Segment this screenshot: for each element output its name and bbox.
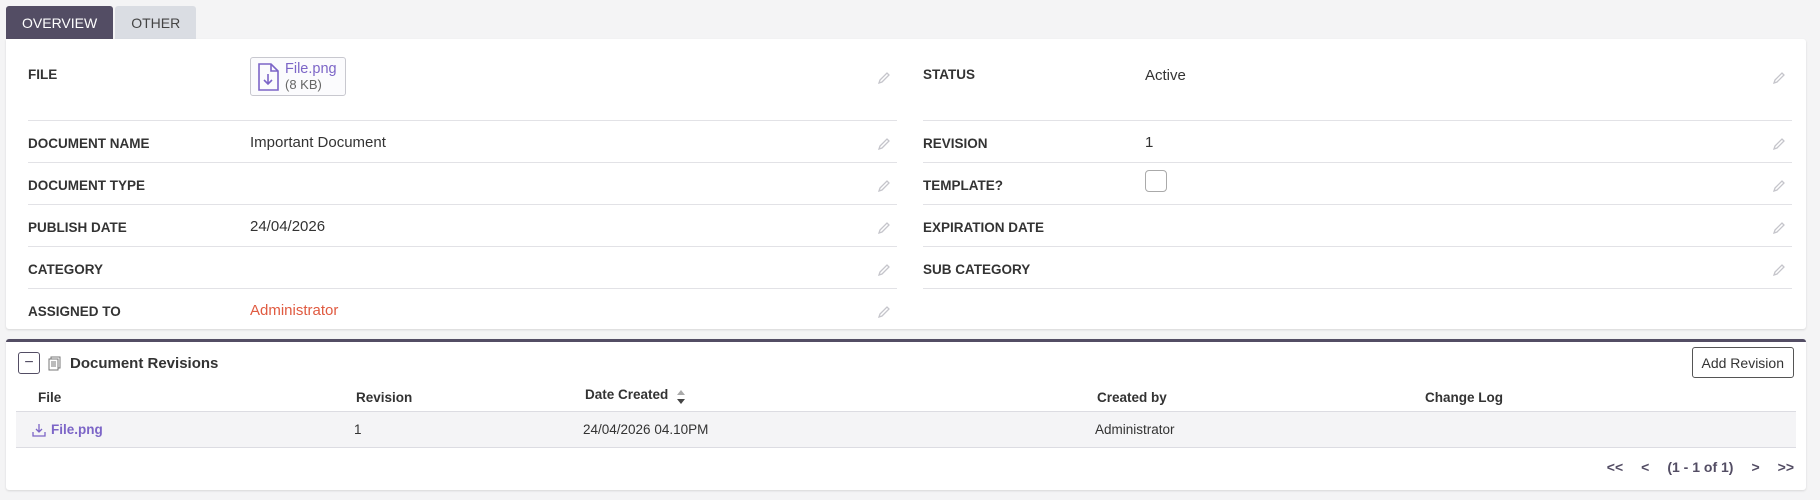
file-attachment[interactable]: File.png (8 KB) [250,57,346,96]
column-header-revision[interactable]: Revision [356,390,412,405]
revision-file-name: File.png [51,422,103,437]
field-row-publish-date: PUBLISH DATE 24/04/2026 [28,205,897,247]
field-row-file: FILE File.png (8 KB) [28,51,897,121]
tab-other[interactable]: OTHER [115,6,197,39]
file-size: (8 KB) [285,77,322,92]
field-row-revision: REVISION 1 [923,121,1792,163]
field-row-expiration-date: EXPIRATION DATE [923,205,1792,247]
column-header-change-log[interactable]: Change Log [1425,390,1503,405]
template-value [1145,170,1167,202]
expiration-date-label: EXPIRATION DATE [923,220,1045,235]
download-icon [32,423,46,437]
date-created-label: Date Created [585,387,669,402]
pencil-icon[interactable] [1772,221,1786,235]
file-download-icon [258,63,279,91]
pencil-icon[interactable] [877,221,891,235]
revision-file-link[interactable]: File.png [32,422,103,437]
revision-number-cell: 1 [354,422,362,437]
document-type-label: DOCUMENT TYPE [28,178,146,193]
revisions-table: File Revision Date Created Created by Ch… [16,384,1796,448]
field-row-document-type: DOCUMENT TYPE [28,163,897,205]
publish-date-value: 24/04/2026 [250,218,326,235]
detail-column-right: STATUS Active REVISION 1 TEMPLATE? EXPIR… [923,51,1792,289]
detail-panel: FILE File.png (8 KB) DOCUMENT NAME Impor… [6,39,1806,329]
status-label: STATUS [923,67,975,82]
revision-value: 1 [1145,134,1154,151]
revision-label: REVISION [923,136,988,151]
field-row-sub-category: SUB CATEGORY [923,247,1792,289]
pencil-icon[interactable] [877,179,891,193]
subpanel-header: − Document Revisions [18,352,218,374]
add-revision-button[interactable]: Add Revision [1691,347,1794,378]
category-label: CATEGORY [28,262,104,277]
publish-date-label: PUBLISH DATE [28,220,127,235]
field-row-category: CATEGORY [28,247,897,289]
documents-icon [48,356,61,370]
file-value: File.png (8 KB) [250,57,346,96]
pagination-info: (1 - 1 of 1) [1667,459,1734,475]
pencil-icon[interactable] [1772,71,1786,85]
table-header: File Revision Date Created Created by Ch… [16,384,1796,411]
field-row-assigned-to: ASSIGNED TO Administrator [28,289,897,331]
pencil-icon[interactable] [1772,179,1786,193]
field-row-template: TEMPLATE? [923,163,1792,205]
field-row-status: STATUS Active [923,51,1792,121]
column-header-date-created[interactable]: Date Created [585,383,686,405]
pencil-icon[interactable] [877,137,891,151]
file-name: File.png [285,61,337,77]
sub-category-label: SUB CATEGORY [923,262,1031,277]
pencil-icon[interactable] [1772,263,1786,277]
document-revisions-subpanel: − Document Revisions Add Revision File R… [6,339,1806,490]
field-row-document-name: DOCUMENT NAME Important Document [28,121,897,163]
detail-column-left: FILE File.png (8 KB) DOCUMENT NAME Impor… [28,51,897,331]
collapse-button[interactable]: − [18,352,40,374]
template-checkbox[interactable] [1145,170,1167,192]
sort-arrows-icon[interactable] [676,389,686,405]
pencil-icon[interactable] [877,263,891,277]
pencil-icon[interactable] [1772,137,1786,151]
date-created-cell: 24/04/2026 04.10PM [583,422,709,437]
last-page-button[interactable]: >> [1778,459,1794,475]
pagination: << < (1 - 1 of 1) > >> [1607,459,1794,475]
table-row: File.png 1 24/04/2026 04.10PM Administra… [16,411,1796,448]
document-name-value: Important Document [250,134,386,151]
pencil-icon[interactable] [877,305,891,319]
document-name-label: DOCUMENT NAME [28,136,150,151]
tab-bar: OVERVIEW OTHER [6,6,197,39]
column-header-created-by[interactable]: Created by [1097,390,1167,405]
created-by-cell: Administrator [1095,422,1175,437]
next-page-button[interactable]: > [1751,459,1759,475]
prev-page-button[interactable]: < [1641,459,1649,475]
template-label: TEMPLATE? [923,178,1003,193]
subpanel-title: Document Revisions [70,354,219,372]
assigned-to-label: ASSIGNED TO [28,304,121,319]
first-page-button[interactable]: << [1607,459,1623,475]
column-header-file[interactable]: File [38,390,61,405]
file-label: FILE [28,67,58,82]
assigned-to-link[interactable]: Administrator [250,302,338,319]
status-value: Active [1145,67,1186,84]
tab-overview[interactable]: OVERVIEW [6,6,114,39]
pencil-icon[interactable] [877,71,891,85]
